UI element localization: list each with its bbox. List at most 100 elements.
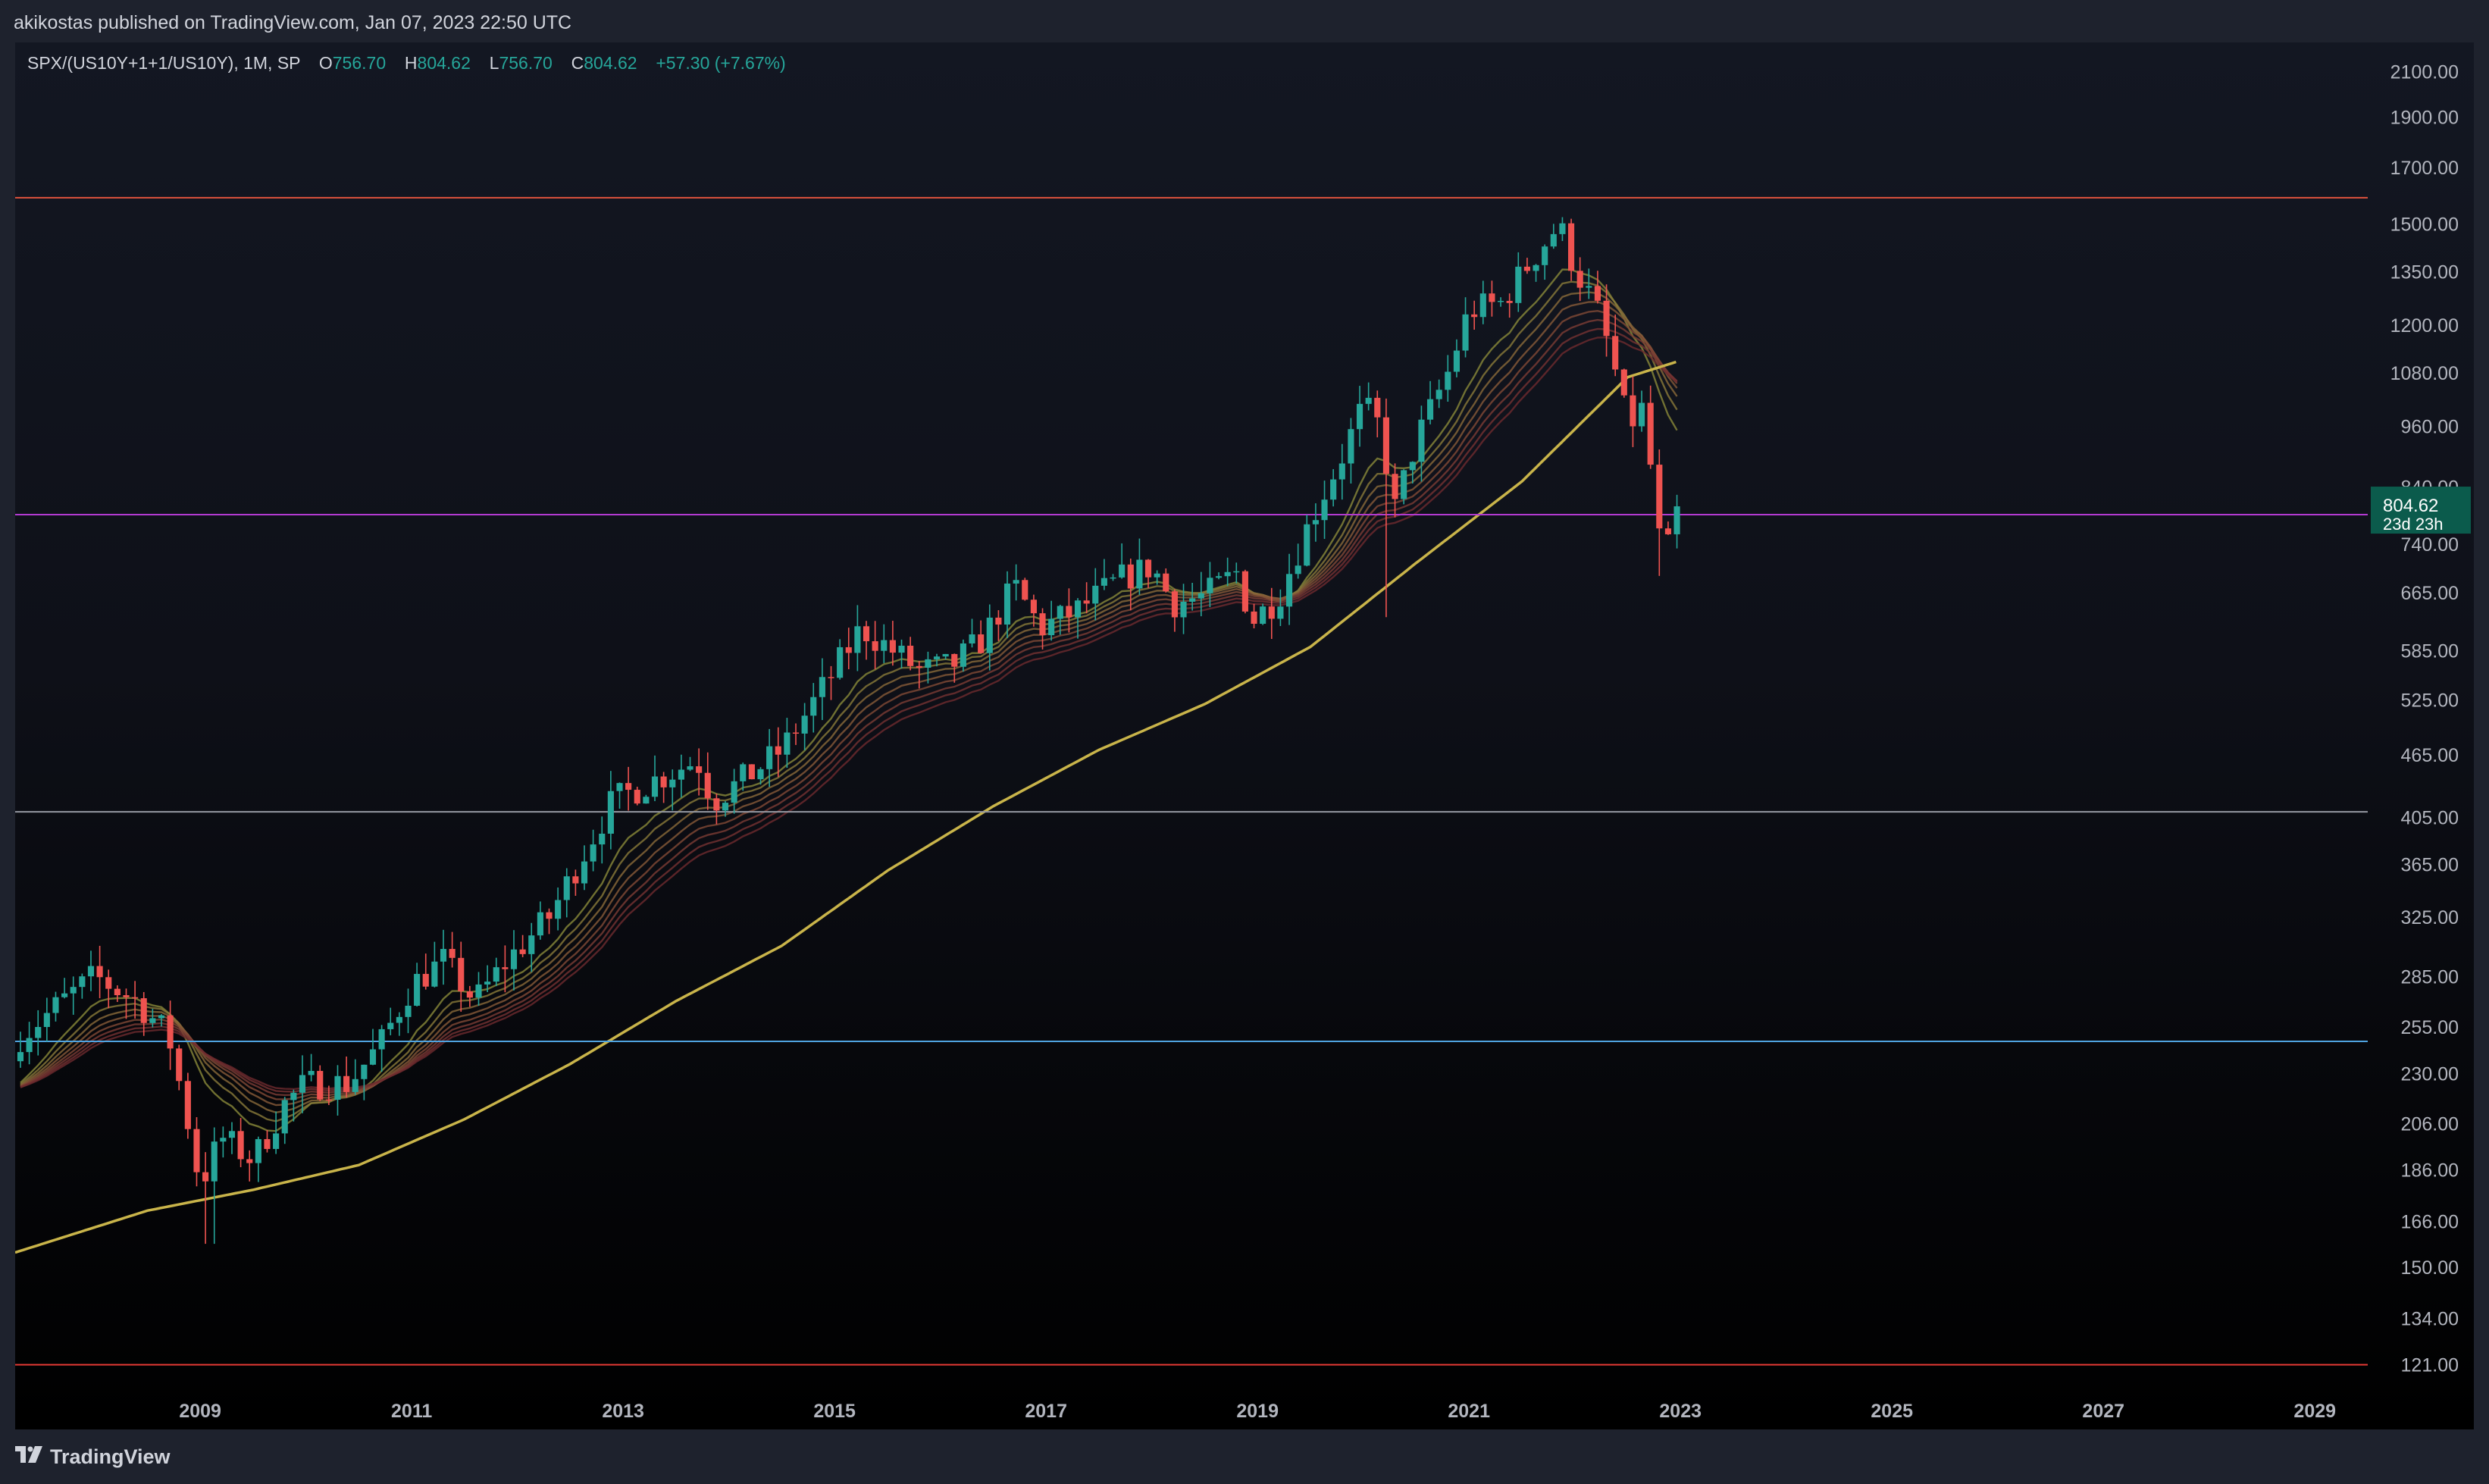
y-tick-label: 1080.00 (2390, 363, 2459, 384)
candle-body (132, 997, 139, 999)
candle-body (616, 783, 623, 791)
candle-body (281, 1100, 288, 1134)
ma-ribbon (20, 268, 1678, 1132)
candle-body (87, 966, 95, 977)
chart-area[interactable]: 121.00 134.00 150.00 166.00 186.00 206.00 230.… (15, 42, 2474, 1429)
change-value: +57.30 (+7.67%) (656, 53, 786, 73)
published-by-text: akikostas published on TradingView.com, … (14, 12, 572, 33)
candle-body (1057, 606, 1063, 619)
candle-body (35, 1026, 42, 1038)
candle-body (748, 764, 755, 780)
low-value: 756.70 (499, 53, 553, 73)
y-tick-label: 2100.00 (2390, 62, 2459, 83)
candle-body (211, 1141, 218, 1182)
candle-body (422, 973, 429, 987)
candle-body (704, 772, 711, 799)
candle-body (1620, 369, 1627, 396)
candle-body (96, 966, 103, 978)
candle-body (1338, 463, 1345, 480)
candle-body (387, 1022, 394, 1029)
y-tick-label: 206.00 (2401, 1114, 2459, 1135)
x-tick-label: 2019 (1236, 1401, 1279, 1422)
candle-body (255, 1138, 261, 1163)
candle-body (378, 1028, 385, 1050)
candle-body (1136, 559, 1143, 589)
candle-body (202, 1172, 209, 1182)
candle-body (828, 677, 834, 678)
symbol-name[interactable]: SPX/(US10Y+1+1/US10Y), 1M, SP (27, 53, 300, 73)
close-label: C (571, 53, 584, 73)
candle-body (105, 977, 112, 989)
symbol-legend[interactable]: SPX/(US10Y+1+1/US10Y), 1M, SP O 756.70 H8… (27, 53, 786, 74)
x-tick-label: 2027 (2082, 1401, 2124, 1422)
candle-body (43, 1013, 50, 1027)
candle-body (184, 1081, 191, 1129)
candle-body (440, 949, 447, 962)
candle-body (1673, 506, 1680, 534)
candle-body (431, 961, 438, 987)
candle-body (228, 1131, 236, 1138)
candle-body (1066, 606, 1072, 618)
candle-body (1295, 565, 1301, 575)
candle-body (519, 949, 526, 954)
candle-body (1100, 578, 1107, 586)
candle-body (484, 982, 491, 985)
candle-body (1207, 578, 1213, 593)
candle-body (933, 656, 941, 659)
open-label: O (318, 53, 333, 73)
candle-body (1523, 266, 1530, 271)
candle-body (669, 779, 676, 787)
candle-body (1542, 246, 1548, 265)
candle-body (1154, 573, 1160, 578)
candle-body (1074, 600, 1082, 618)
candle-body (872, 641, 878, 651)
x-tick-label: 2023 (1659, 1401, 1702, 1422)
high-label: H (404, 53, 418, 73)
y-tick-label: 186.00 (2401, 1160, 2459, 1182)
candle-body (1285, 574, 1293, 607)
price-chart[interactable]: 121.00 134.00 150.00 166.00 186.00 206.00 230.… (15, 42, 2474, 1429)
candle-body (1630, 395, 1636, 427)
candle-body (766, 746, 773, 769)
candle-body (731, 781, 737, 803)
candle-body (273, 1133, 280, 1149)
candle-body (1092, 585, 1099, 604)
y-tick-label: 1200.00 (2390, 315, 2459, 337)
high-value: 804.62 (417, 53, 471, 73)
candle-body (237, 1131, 244, 1160)
candle-body (995, 617, 1002, 625)
candle-body (1586, 286, 1592, 288)
candle-body (1171, 591, 1178, 618)
candle-body (52, 997, 59, 1013)
x-tick-label: 2011 (391, 1401, 432, 1422)
x-tick-label: 2029 (2293, 1401, 2336, 1422)
candle-body (951, 653, 958, 667)
candle-body (149, 1018, 156, 1023)
y-tick-label: 1900.00 (2390, 107, 2459, 128)
bar-countdown-label: 23d 23h (2383, 515, 2444, 534)
candle-body (1638, 402, 1645, 427)
candle-body (792, 732, 800, 734)
candle-body (1127, 564, 1134, 589)
candle-body (414, 973, 421, 1006)
candle-body (1576, 271, 1583, 288)
candle-body (978, 634, 985, 653)
candle-body (1603, 300, 1610, 337)
candle-body (1348, 429, 1354, 464)
ma-ribbon-line (20, 268, 1678, 1132)
candle-body (1277, 606, 1284, 619)
candle-body (475, 984, 482, 998)
candle-body (502, 967, 509, 969)
candle-body (361, 1064, 368, 1079)
candle-body (722, 803, 729, 811)
x-tick-label: 2025 (1871, 1401, 1913, 1422)
candle-body (660, 776, 667, 787)
tradingview-logo-icon (15, 1446, 42, 1463)
candle-body (510, 949, 518, 969)
candle-body (643, 797, 650, 804)
candle-body (1479, 293, 1486, 318)
candle-body (299, 1075, 306, 1093)
candle-body (123, 995, 130, 997)
publisher-header: akikostas published on TradingView.com, … (0, 0, 2489, 42)
y-tick-label: 740.00 (2401, 534, 2459, 556)
